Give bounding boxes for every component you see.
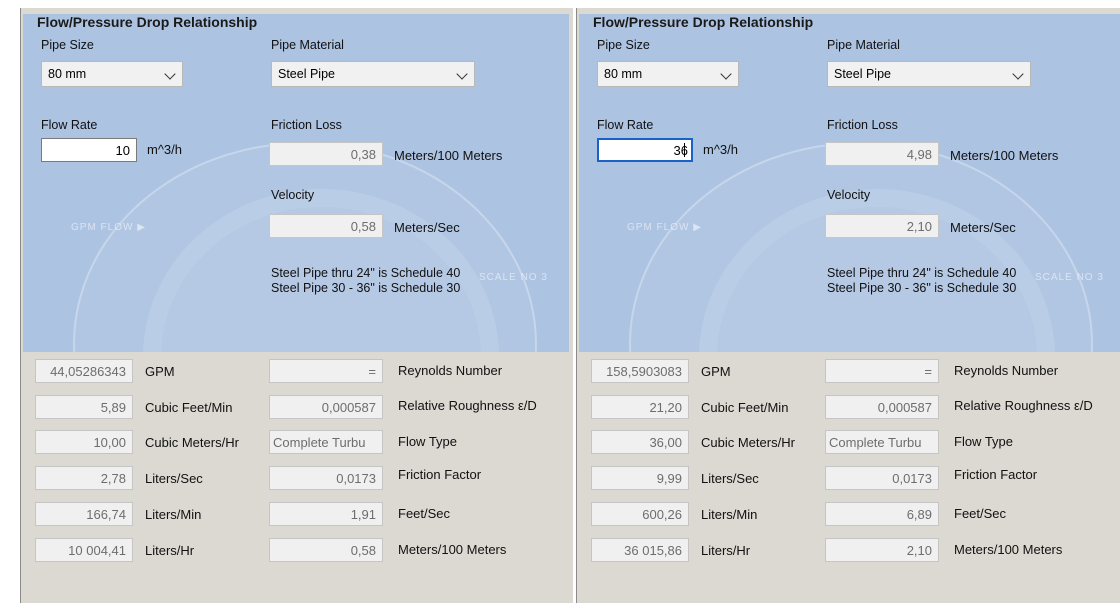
- dial-flow-mark: GPM FLOW ▶: [71, 222, 146, 233]
- result-m100m-value: 2,10: [825, 538, 939, 562]
- result-gpm-label: GPM: [701, 364, 731, 379]
- dial-scale-mark: SCALE NO 3: [1035, 272, 1104, 283]
- result-flowtype-value: Complete Turbu: [825, 430, 939, 454]
- result-fps-value: 6,89: [825, 502, 939, 526]
- text-caret: [684, 143, 685, 157]
- flow-rate-unit: m^3/h: [703, 142, 739, 157]
- chevron-down-icon: [456, 68, 468, 80]
- result-lps-label: Liters/Sec: [145, 471, 203, 486]
- result-friction-factor-value: 0,0173: [825, 466, 939, 490]
- pipe-material-label: Pipe Material: [271, 38, 344, 52]
- result-friction-factor-label: Friction Factor: [954, 467, 1038, 482]
- flow-rate-input[interactable]: 36: [597, 138, 693, 162]
- flow-rate-input[interactable]: 10: [41, 138, 137, 162]
- result-roughness-value: 0,000587: [825, 395, 939, 419]
- pipe-material-value: Steel Pipe: [278, 67, 335, 81]
- calculator-panel-left: GPM FLOW ▶ SCALE NO 3 Flow/Pressure Drop…: [20, 8, 573, 603]
- friction-loss-unit: Meters/100 Meters: [950, 148, 1059, 163]
- result-fps-label: Feet/Sec: [398, 506, 451, 521]
- pipe-material-select[interactable]: Steel Pipe: [827, 61, 1031, 87]
- result-friction-factor-value: 0,0173: [269, 466, 383, 490]
- schedule-note-2: Steel Pipe 30 - 36" is Schedule 30: [271, 281, 461, 295]
- result-lph-value: 10 004,41: [35, 538, 133, 562]
- chevron-down-icon: [164, 68, 176, 80]
- result-roughness-label: Relative Roughness ε/D: [954, 398, 1093, 413]
- schedule-note-1: Steel Pipe thru 24" is Schedule 40: [271, 266, 461, 280]
- result-lph-value: 36 015,86: [591, 538, 689, 562]
- result-m100m-value: 0,58: [269, 538, 383, 562]
- dial-flow-mark: GPM FLOW ▶: [627, 222, 702, 233]
- result-reynolds-label: Reynolds Number: [398, 363, 503, 378]
- schedule-note-2: Steel Pipe 30 - 36" is Schedule 30: [827, 281, 1017, 295]
- flow-rate-label: Flow Rate: [41, 118, 98, 132]
- result-flowtype-value: Complete Turbu: [269, 430, 383, 454]
- velocity-unit: Meters/Sec: [950, 220, 1016, 235]
- pipe-size-select[interactable]: 80 mm: [41, 61, 183, 87]
- flow-rate-input-text: 36: [673, 143, 688, 158]
- result-gpm-label: GPM: [145, 364, 175, 379]
- result-roughness-value: 0,000587: [269, 395, 383, 419]
- friction-loss-label: Friction Loss: [271, 118, 342, 132]
- velocity-label: Velocity: [827, 188, 871, 202]
- result-lpm-label: Liters/Min: [701, 507, 758, 522]
- result-flowtype-label: Flow Type: [398, 434, 458, 449]
- chevron-down-icon: [1012, 68, 1024, 80]
- pipe-size-label: Pipe Size: [597, 38, 650, 52]
- chevron-down-icon: [720, 68, 732, 80]
- result-lps-label: Liters/Sec: [701, 471, 759, 486]
- result-cfm-label: Cubic Feet/Min: [145, 400, 233, 415]
- group-title: Flow/Pressure Drop Relationship: [37, 14, 258, 30]
- pipe-size-value: 80 mm: [48, 67, 87, 81]
- result-gpm-value: 44,05286343: [35, 359, 133, 383]
- result-gpm-value: 158,5903083: [591, 359, 689, 383]
- result-lps-value: 9,99: [591, 466, 689, 490]
- result-reynolds-label: Reynolds Number: [954, 363, 1059, 378]
- pipe-size-select[interactable]: 80 mm: [597, 61, 739, 87]
- friction-loss-output: 4,98: [825, 142, 939, 166]
- friction-loss-unit: Meters/100 Meters: [394, 148, 503, 163]
- dial-scale-mark: SCALE NO 3: [479, 272, 548, 283]
- result-friction-factor-label: Friction Factor: [398, 467, 482, 482]
- result-cmh-label: Cubic Meters/Hr: [701, 435, 795, 450]
- velocity-unit: Meters/Sec: [394, 220, 460, 235]
- schedule-note-1: Steel Pipe thru 24" is Schedule 40: [827, 266, 1017, 280]
- result-cfm-label: Cubic Feet/Min: [701, 400, 789, 415]
- flow-rate-unit: m^3/h: [147, 142, 183, 157]
- result-lps-value: 2,78: [35, 466, 133, 490]
- result-m100m-label: Meters/100 Meters: [954, 542, 1063, 557]
- friction-loss-output: 0,38: [269, 142, 383, 166]
- velocity-output: 2,10: [825, 214, 939, 238]
- result-cmh-value: 10,00: [35, 430, 133, 454]
- result-fps-value: 1,91: [269, 502, 383, 526]
- result-fps-label: Feet/Sec: [954, 506, 1007, 521]
- pipe-material-value: Steel Pipe: [834, 67, 891, 81]
- result-cmh-label: Cubic Meters/Hr: [145, 435, 239, 450]
- pipe-size-label: Pipe Size: [41, 38, 94, 52]
- result-cfm-value: 5,89: [35, 395, 133, 419]
- result-reynolds-value: =: [269, 359, 383, 383]
- flow-rate-label: Flow Rate: [597, 118, 654, 132]
- result-lph-label: Liters/Hr: [145, 543, 195, 558]
- result-lph-label: Liters/Hr: [701, 543, 751, 558]
- pipe-size-value: 80 mm: [604, 67, 643, 81]
- result-roughness-label: Relative Roughness ε/D: [398, 398, 537, 413]
- result-cfm-value: 21,20: [591, 395, 689, 419]
- velocity-label: Velocity: [271, 188, 315, 202]
- result-lpm-value: 600,26: [591, 502, 689, 526]
- result-reynolds-value: =: [825, 359, 939, 383]
- calculator-panel-right: GPM FLOW ▶ SCALE NO 3 Flow/Pressure Drop…: [576, 8, 1120, 603]
- velocity-output: 0,58: [269, 214, 383, 238]
- result-lpm-label: Liters/Min: [145, 507, 202, 522]
- group-title: Flow/Pressure Drop Relationship: [593, 14, 814, 30]
- result-lpm-value: 166,74: [35, 502, 133, 526]
- result-m100m-label: Meters/100 Meters: [398, 542, 507, 557]
- pipe-material-select[interactable]: Steel Pipe: [271, 61, 475, 87]
- result-cmh-value: 36,00: [591, 430, 689, 454]
- pipe-material-label: Pipe Material: [827, 38, 900, 52]
- friction-loss-label: Friction Loss: [827, 118, 898, 132]
- result-flowtype-label: Flow Type: [954, 434, 1014, 449]
